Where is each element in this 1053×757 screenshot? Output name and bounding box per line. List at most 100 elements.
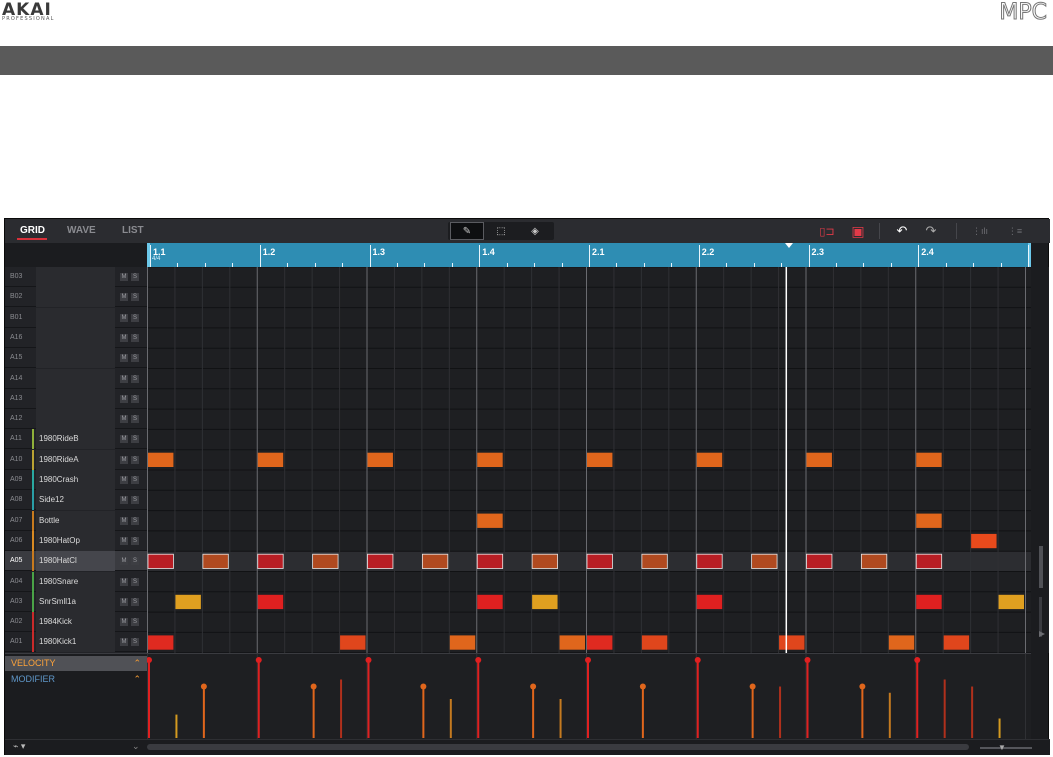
note-block[interactable]: [916, 452, 942, 467]
playhead-marker-icon[interactable]: [785, 243, 794, 248]
note-block[interactable]: [532, 594, 558, 610]
velocity-handle[interactable]: [475, 657, 482, 663]
solo-button[interactable]: S: [131, 476, 139, 484]
note-block[interactable]: [477, 452, 503, 467]
track-row-a04[interactable]: A04 1980Snare M S: [5, 571, 147, 592]
note-block[interactable]: [641, 635, 668, 650]
quantize-icon[interactable]: ⋮≡: [1002, 222, 1028, 240]
track-row-a01[interactable]: A01 1980Kick1 M S: [5, 632, 147, 653]
mute-button[interactable]: M: [120, 435, 128, 444]
track-name[interactable]: Bottle: [36, 510, 115, 531]
mute-button[interactable]: M: [120, 293, 128, 302]
note-block[interactable]: [587, 452, 613, 467]
vertical-scrollbar[interactable]: [1031, 267, 1049, 653]
solo-button[interactable]: S: [131, 577, 139, 586]
note-grid[interactable]: [147, 267, 1031, 653]
track-name[interactable]: 1980Kick1: [36, 632, 115, 653]
select-box-icon[interactable]: ⬚: [484, 222, 518, 240]
track-row-a07[interactable]: A07 Bottle M S: [5, 510, 147, 531]
mute-button[interactable]: M: [120, 618, 128, 627]
velocity-handle[interactable]: [530, 683, 537, 690]
horizontal-scrollbar[interactable]: [147, 744, 969, 750]
track-row-a10[interactable]: A10 1980RideA M S: [5, 449, 147, 470]
note-block[interactable]: [477, 594, 503, 610]
track-name[interactable]: [36, 388, 115, 409]
solo-button[interactable]: S: [131, 597, 139, 606]
track-name[interactable]: [36, 348, 115, 369]
solo-button[interactable]: S: [131, 455, 139, 464]
velocity-handle[interactable]: [255, 657, 262, 663]
mute-button[interactable]: M: [120, 415, 128, 424]
solo-button[interactable]: S: [131, 313, 139, 322]
mute-button[interactable]: M: [120, 374, 128, 383]
redo-icon[interactable]: ↷: [921, 222, 941, 240]
note-block[interactable]: [971, 533, 997, 549]
track-name[interactable]: 1984Kick: [36, 612, 115, 633]
note-block[interactable]: [257, 452, 284, 467]
velocity-handle[interactable]: [310, 683, 317, 690]
note-block[interactable]: [915, 553, 943, 569]
track-row-a12[interactable]: A12 M S: [5, 409, 147, 430]
solo-button[interactable]: S: [131, 536, 139, 545]
note-block[interactable]: [531, 553, 558, 569]
velocity-handle[interactable]: [804, 657, 811, 663]
mute-button[interactable]: M: [120, 394, 128, 403]
timeline-ruler[interactable]: 4/4 1.1 1.2 1.3 1.4 2.1 2.2 2.3 2.4: [147, 243, 1031, 267]
track-name[interactable]: [36, 267, 115, 287]
track-name[interactable]: 1980RideB: [36, 429, 115, 450]
velocity-handle[interactable]: [914, 657, 921, 663]
solo-button[interactable]: S: [131, 496, 139, 505]
mute-button[interactable]: M: [120, 577, 128, 586]
note-grid-canvas[interactable]: [147, 267, 1031, 653]
solo-button[interactable]: S: [131, 333, 139, 342]
note-block[interactable]: [257, 594, 284, 610]
lane-velocity[interactable]: VELOCITY ⌃: [5, 656, 147, 671]
note-block[interactable]: [696, 452, 723, 467]
zoom-slider[interactable]: [980, 747, 1032, 749]
note-block[interactable]: [916, 513, 942, 528]
track-name[interactable]: SnrSmll1a: [36, 591, 115, 612]
track-row-b02[interactable]: B02 M S: [5, 287, 147, 308]
note-block[interactable]: [998, 594, 1024, 610]
note-block[interactable]: [943, 635, 970, 650]
track-name[interactable]: 1980Snare: [36, 571, 115, 592]
note-block[interactable]: [587, 635, 613, 650]
track-row-a15[interactable]: A15 M S: [5, 348, 147, 369]
note-block[interactable]: [477, 513, 503, 528]
undo-icon[interactable]: ↶: [892, 222, 912, 240]
mute-button[interactable]: M: [120, 455, 128, 464]
tab-wave[interactable]: WAVE: [67, 225, 96, 236]
note-block[interactable]: [751, 553, 778, 569]
track-row-a14[interactable]: A14 M S: [5, 368, 147, 389]
automation-curve-icon[interactable]: ⌁ ▾: [13, 741, 25, 752]
track-name[interactable]: [36, 409, 115, 430]
mute-button[interactable]: M: [120, 557, 128, 566]
note-block[interactable]: [779, 635, 805, 650]
mute-button[interactable]: M: [120, 333, 128, 342]
solo-button[interactable]: S: [131, 618, 139, 627]
timing-correct-icon[interactable]: ⋮ılı: [967, 222, 993, 240]
note-block[interactable]: [367, 553, 394, 569]
track-name[interactable]: 1980RideA: [36, 449, 115, 470]
velocity-handle[interactable]: [365, 657, 372, 663]
velocity-handle[interactable]: [147, 657, 152, 663]
track-row-a08[interactable]: A08 Side12 M S: [5, 490, 147, 511]
mute-button[interactable]: M: [120, 354, 128, 363]
track-row-a03[interactable]: A03 SnrSmll1a M S: [5, 591, 147, 612]
lane-modifier[interactable]: MODIFIER ⌃: [5, 672, 147, 687]
track-row-b03[interactable]: B03 M S: [5, 267, 147, 287]
tab-list[interactable]: LIST: [122, 225, 144, 236]
velocity-handle[interactable]: [639, 683, 646, 690]
mute-button[interactable]: M: [120, 516, 128, 525]
solo-button[interactable]: S: [131, 354, 139, 363]
track-name[interactable]: 1980HatCl: [36, 551, 115, 572]
note-block[interactable]: [696, 553, 723, 569]
note-block[interactable]: [449, 635, 476, 650]
note-block[interactable]: [202, 553, 229, 569]
velocity-handle[interactable]: [200, 683, 207, 690]
mute-button[interactable]: M: [120, 536, 128, 545]
note-block[interactable]: [559, 635, 585, 650]
note-block[interactable]: [148, 635, 174, 650]
loop-locate-icon[interactable]: ▯⊐: [817, 222, 837, 240]
note-block[interactable]: [340, 635, 366, 650]
